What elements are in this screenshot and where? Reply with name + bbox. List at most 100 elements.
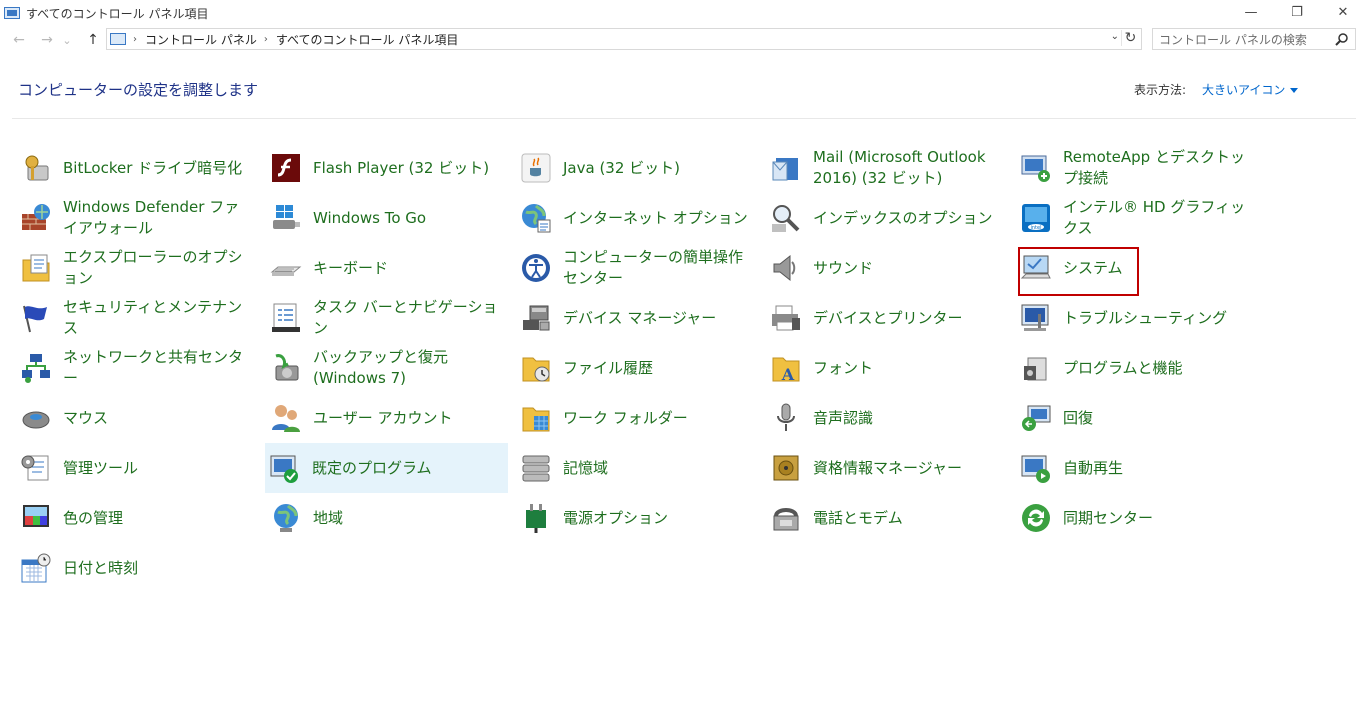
control-panel-item[interactable]: 既定のプログラム bbox=[265, 443, 508, 493]
file-history-icon[interactable] bbox=[520, 352, 552, 384]
control-panel-item[interactable]: Flash Player (32 ビット) bbox=[266, 143, 508, 193]
credential-vault-icon[interactable] bbox=[770, 452, 802, 484]
control-panel-item-label[interactable]: インテル® HD グラフィックス bbox=[1063, 193, 1253, 243]
control-panel-item-label[interactable]: Mail (Microsoft Outlook 2016) (32 ビット) bbox=[813, 143, 1003, 193]
control-panel-item-label[interactable]: 回復 bbox=[1063, 393, 1253, 443]
control-panel-item[interactable]: 資格情報マネージャー bbox=[766, 443, 1008, 493]
control-panel-item[interactable]: 自動再生 bbox=[1016, 443, 1258, 493]
control-panel-item-label[interactable]: 資格情報マネージャー bbox=[813, 443, 1003, 493]
control-panel-item-label[interactable]: デバイスとプリンター bbox=[813, 293, 1003, 343]
control-panel-item-label[interactable]: コンピューターの簡単操作センター bbox=[563, 243, 753, 293]
control-panel-item-label[interactable]: 管理ツール bbox=[63, 443, 253, 493]
work-folders-icon[interactable] bbox=[520, 402, 552, 434]
control-panel-item[interactable]: バックアップと復元 (Windows 7) bbox=[266, 343, 508, 393]
control-panel-item-label[interactable]: 自動再生 bbox=[1063, 443, 1253, 493]
bitlocker-key-icon[interactable] bbox=[20, 152, 52, 184]
microphone-icon[interactable] bbox=[770, 402, 802, 434]
control-panel-item-label[interactable]: 色の管理 bbox=[63, 493, 253, 543]
device-manager-icon[interactable] bbox=[520, 302, 552, 334]
control-panel-item[interactable]: インデックスのオプション bbox=[766, 193, 1008, 243]
control-panel-item[interactable]: マウス bbox=[16, 393, 258, 443]
keyboard-icon[interactable] bbox=[270, 252, 302, 284]
programs-icon[interactable] bbox=[1020, 352, 1052, 384]
control-panel-item-label[interactable]: フォント bbox=[813, 343, 1003, 393]
control-panel-item[interactable]: デバイスとプリンター bbox=[766, 293, 1008, 343]
control-panel-item[interactable]: サウンド bbox=[766, 243, 1008, 293]
speaker-icon[interactable] bbox=[770, 252, 802, 284]
control-panel-item-label[interactable]: エクスプローラーのオプション bbox=[63, 243, 253, 293]
control-panel-item[interactable]: 音声認識 bbox=[766, 393, 1008, 443]
control-panel-item-label[interactable]: Flash Player (32 ビット) bbox=[313, 143, 503, 193]
control-panel-item[interactable]: プログラムと機能 bbox=[1016, 343, 1258, 393]
intel-graphics-icon[interactable]: intel bbox=[1020, 202, 1052, 234]
control-panel-item[interactable]: セキュリティとメンテナンス bbox=[16, 293, 258, 343]
control-panel-item[interactable]: ユーザー アカウント bbox=[266, 393, 508, 443]
power-plug-icon[interactable] bbox=[520, 502, 552, 534]
control-panel-item[interactable]: トラブルシューティング bbox=[1016, 293, 1258, 343]
control-panel-item-label[interactable]: バックアップと復元 (Windows 7) bbox=[313, 343, 503, 393]
control-panel-item[interactable]: Windows Defender ファイアウォール bbox=[16, 193, 258, 243]
control-panel-item[interactable]: タスク バーとナビゲーション bbox=[266, 293, 508, 343]
control-panel-item[interactable]: ワーク フォルダー bbox=[516, 393, 758, 443]
control-panel-item-label[interactable]: Windows Defender ファイアウォール bbox=[63, 193, 253, 243]
taskbar-icon[interactable] bbox=[270, 302, 302, 334]
troubleshoot-icon[interactable] bbox=[1020, 302, 1052, 334]
control-panel-item[interactable]: 日付と時刻 bbox=[16, 543, 258, 593]
control-panel-item[interactable]: Windows To Go bbox=[266, 193, 508, 243]
control-panel-item-label[interactable]: インターネット オプション bbox=[563, 193, 753, 243]
control-panel-item-label[interactable]: マウス bbox=[63, 393, 253, 443]
default-programs-icon[interactable] bbox=[269, 452, 301, 484]
control-panel-item-label[interactable]: 地域 bbox=[313, 493, 503, 543]
control-panel-item-label[interactable]: プログラムと機能 bbox=[1063, 343, 1253, 393]
control-panel-item-label[interactable]: BitLocker ドライブ暗号化 bbox=[63, 143, 253, 193]
control-panel-item[interactable]: 電源オプション bbox=[516, 493, 758, 543]
control-panel-item-label[interactable]: Windows To Go bbox=[313, 193, 503, 243]
control-panel-item-label[interactable]: キーボード bbox=[313, 243, 503, 293]
java-cup-icon[interactable] bbox=[520, 152, 552, 184]
control-panel-item[interactable]: ネットワークと共有センター bbox=[16, 343, 258, 393]
control-panel-item[interactable]: intel インテル® HD グラフィックス bbox=[1016, 193, 1258, 243]
control-panel-item-label[interactable]: 記憶域 bbox=[563, 443, 753, 493]
control-panel-item[interactable]: キーボード bbox=[266, 243, 508, 293]
flash-player-icon[interactable] bbox=[270, 152, 302, 184]
usb-drive-icon[interactable] bbox=[270, 202, 302, 234]
control-panel-item-label[interactable]: ネットワークと共有センター bbox=[63, 343, 253, 393]
firewall-icon[interactable] bbox=[20, 202, 52, 234]
control-panel-item-label[interactable]: 音声認識 bbox=[813, 393, 1003, 443]
control-panel-item[interactable]: Mail (Microsoft Outlook 2016) (32 ビット) bbox=[766, 143, 1008, 193]
control-panel-item-label[interactable]: インデックスのオプション bbox=[813, 193, 1003, 243]
control-panel-item-label[interactable]: 同期センター bbox=[1063, 493, 1253, 543]
control-panel-item[interactable]: 色の管理 bbox=[16, 493, 258, 543]
control-panel-item-label[interactable]: ユーザー アカウント bbox=[313, 393, 503, 443]
internet-globe-icon[interactable] bbox=[520, 202, 552, 234]
recovery-icon[interactable] bbox=[1020, 402, 1052, 434]
control-panel-item[interactable]: 同期センター bbox=[1016, 493, 1258, 543]
network-icon[interactable] bbox=[20, 352, 52, 384]
control-panel-item[interactable]: 回復 bbox=[1016, 393, 1258, 443]
control-panel-item-label[interactable]: トラブルシューティング bbox=[1063, 293, 1253, 343]
folder-options-icon[interactable] bbox=[20, 252, 52, 284]
mouse-icon[interactable] bbox=[20, 402, 52, 434]
control-panel-item[interactable]: BitLocker ドライブ暗号化 bbox=[16, 143, 258, 193]
security-flag-icon[interactable] bbox=[20, 302, 52, 334]
control-panel-item[interactable]: A フォント bbox=[766, 343, 1008, 393]
control-panel-item-label[interactable]: ワーク フォルダー bbox=[563, 393, 753, 443]
printer-icon[interactable] bbox=[770, 302, 802, 334]
font-icon[interactable]: A bbox=[770, 352, 802, 384]
phone-modem-icon[interactable] bbox=[770, 502, 802, 534]
control-panel-item-label[interactable]: 既定のプログラム bbox=[312, 443, 502, 493]
user-accounts-icon[interactable] bbox=[270, 402, 302, 434]
control-panel-item[interactable]: ファイル履歴 bbox=[516, 343, 758, 393]
control-panel-item-label[interactable]: セキュリティとメンテナンス bbox=[63, 293, 253, 343]
control-panel-item-label[interactable]: ファイル履歴 bbox=[563, 343, 753, 393]
control-panel-item[interactable]: 記憶域 bbox=[516, 443, 758, 493]
control-panel-item[interactable]: 電話とモデム bbox=[766, 493, 1008, 543]
remoteapp-icon[interactable] bbox=[1020, 152, 1052, 184]
control-panel-item-label[interactable]: タスク バーとナビゲーション bbox=[313, 293, 503, 343]
index-search-icon[interactable] bbox=[770, 202, 802, 234]
control-panel-item[interactable]: 管理ツール bbox=[16, 443, 258, 493]
admin-tools-icon[interactable] bbox=[20, 452, 52, 484]
color-management-icon[interactable] bbox=[20, 502, 52, 534]
calendar-clock-icon[interactable] bbox=[20, 552, 52, 584]
control-panel-item[interactable]: コンピューターの簡単操作センター bbox=[516, 243, 758, 293]
